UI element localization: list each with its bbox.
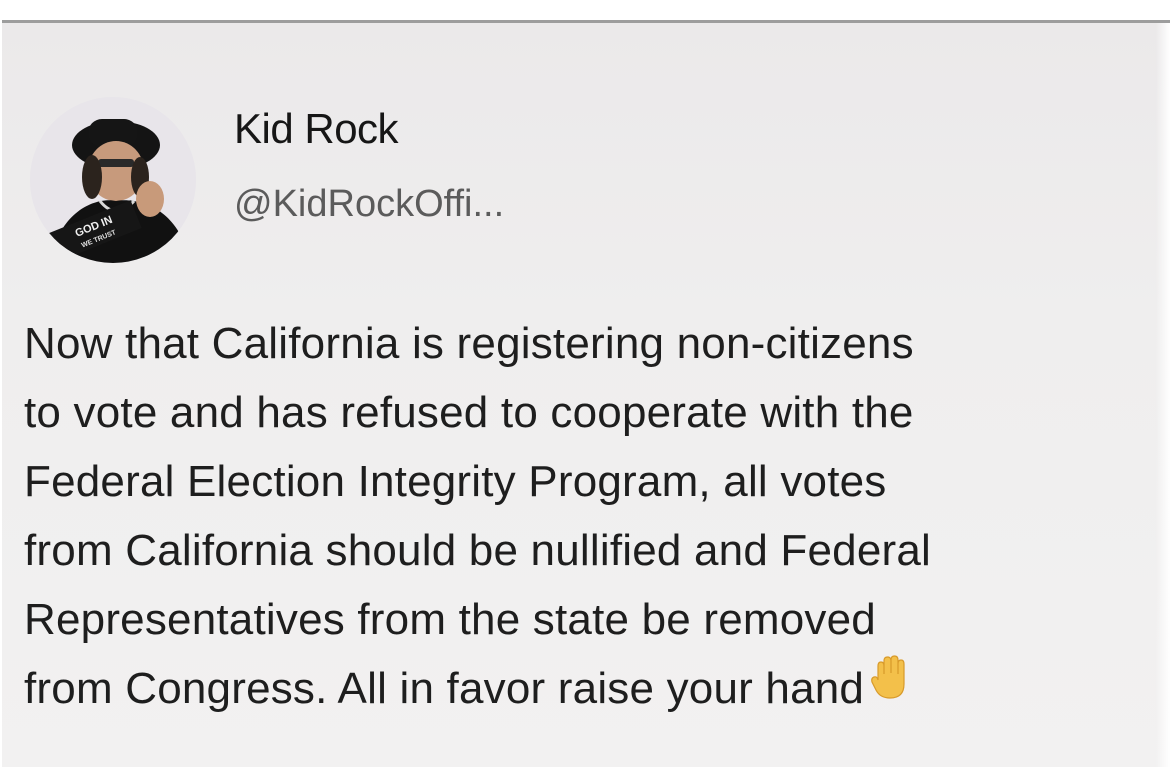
tweet-text: Now that California is registering non-c… [24,309,1170,726]
screenshot-edge [1156,23,1170,767]
tweet-line: from California should be nullified and … [24,526,932,575]
screenshot: GOD IN WE TRUST Kid Rock @KidRockOffi...… [0,0,1170,767]
avatar-photo-icon: GOD IN WE TRUST [30,97,196,263]
tweet-line: Federal Election Integrity Program, all … [24,457,887,506]
tweet-line-last: from Congress. All in favor raise your h… [24,654,1170,726]
tweet-line-text: from Congress. All in favor raise your h… [24,664,865,713]
author-name[interactable]: Kid Rock [234,105,399,153]
tweet-line: to vote and has refused to cooperate wit… [24,388,914,437]
tweet-line: Now that California is registering non-c… [24,319,914,368]
raised-hand-icon [870,651,910,720]
tweet-card[interactable]: GOD IN WE TRUST Kid Rock @KidRockOffi...… [2,20,1170,767]
author-handle[interactable]: @KidRockOffi... [234,183,504,226]
avatar[interactable]: GOD IN WE TRUST [30,97,196,263]
tweet-line: Representatives from the state be remove… [24,595,876,644]
